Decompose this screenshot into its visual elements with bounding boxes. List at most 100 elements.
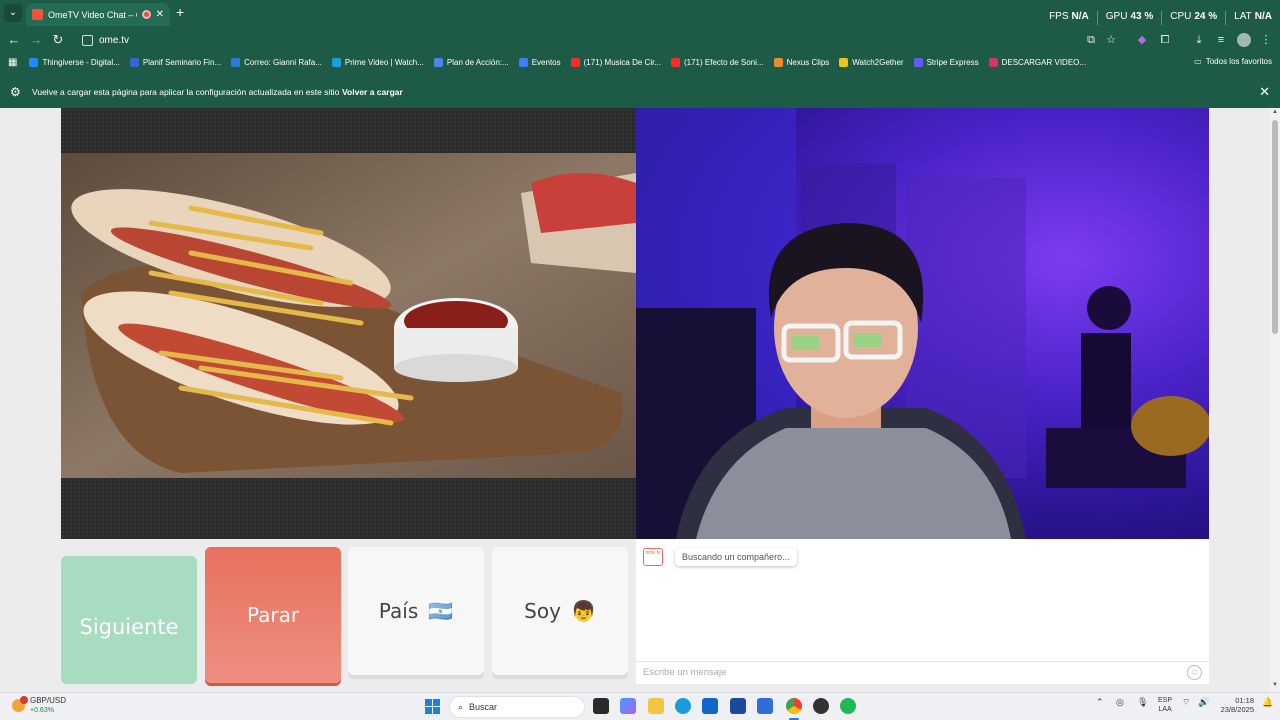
stop-button[interactable]: Parar xyxy=(205,547,341,683)
windows-start-icon[interactable] xyxy=(425,699,440,714)
profile-avatar[interactable] xyxy=(1237,33,1251,47)
boy-emoji-icon: 👦 xyxy=(570,599,596,623)
forward-arrow-icon[interactable]: → xyxy=(28,32,44,48)
scroll-up-icon[interactable]: ▲ xyxy=(1271,109,1279,115)
extensions-puzzle-icon[interactable]: ⧠ xyxy=(1158,33,1172,47)
bookmark-item[interactable]: DESCARGAR VIDEO... xyxy=(988,57,1086,67)
bookmark-favicon-icon xyxy=(773,57,783,67)
tab-search-icon[interactable]: ⌄ xyxy=(4,4,22,22)
bookmark-item[interactable]: Stripe Express xyxy=(913,57,979,67)
obs-icon[interactable] xyxy=(813,698,829,714)
bookmark-favicon-icon xyxy=(570,57,580,67)
bookmark-item[interactable]: Thingiverse - Digital... xyxy=(29,57,120,67)
browser-chrome: ⌄ OmeTV Video Chat – Ome ✕ + FPSN/A GPU4… xyxy=(0,0,1280,108)
close-infobar-icon[interactable]: ✕ xyxy=(1259,84,1270,100)
tab-title: OmeTV Video Chat – Ome xyxy=(48,9,137,20)
search-icon: ⌕ xyxy=(458,701,464,712)
chat-panel: ome tv Buscando un compañero... Escribe … xyxy=(636,539,1209,684)
toolbar: ← → ↻ ome.tv ⧉ ☆ ◆ ⧠ ⤓ ≡ ⋮ xyxy=(0,28,1280,52)
bookmark-favicon-icon xyxy=(988,57,998,67)
bookmark-item[interactable]: (171) Efecto de Soni... xyxy=(670,57,764,67)
webcam-illustration xyxy=(636,108,1209,539)
bookmark-item[interactable]: Plan de Acción:... xyxy=(433,57,509,67)
address-text: ome.tv xyxy=(99,34,130,46)
store-icon[interactable] xyxy=(730,698,746,714)
bookmark-favicon-icon xyxy=(518,57,528,67)
extension-icon[interactable]: ◆ xyxy=(1135,33,1149,47)
bookmark-favicon-icon xyxy=(331,57,341,67)
language-indicator[interactable]: ESP LAA xyxy=(1158,696,1172,714)
tab-ometv[interactable]: OmeTV Video Chat – Ome ✕ xyxy=(26,3,170,26)
reload-page-button[interactable]: Volver a cargar xyxy=(342,87,403,97)
bookmark-favicon-icon xyxy=(29,57,39,67)
tray-app-icon[interactable]: ◎ xyxy=(1116,697,1124,708)
outlook-icon[interactable] xyxy=(702,698,718,714)
country-filter-button[interactable]: País 🇦🇷 xyxy=(348,547,484,675)
page-scrollbar[interactable]: ▲ ▼ xyxy=(1270,108,1280,692)
status-message: Buscando un compañero... xyxy=(675,548,797,566)
file-explorer-icon[interactable] xyxy=(648,698,664,714)
notification-badge xyxy=(20,696,28,704)
spotify-icon[interactable] xyxy=(840,698,856,714)
perf-lat: LAT N/A xyxy=(1225,11,1280,25)
self-camera-video xyxy=(636,108,1209,539)
ometv-logo-icon: ome tv xyxy=(643,548,663,566)
stock-widget[interactable]: GBP/USD +0.63% xyxy=(12,696,66,715)
perf-fps: FPS N/A xyxy=(1049,11,1089,22)
bookmark-item[interactable]: (171) Musica De Cir... xyxy=(570,57,661,67)
bookmark-favicon-icon xyxy=(913,57,923,67)
bookmark-favicon-icon xyxy=(129,57,139,67)
download-icon[interactable]: ⤓ xyxy=(1192,33,1206,47)
clock[interactable]: 01:18 23/8/2025 xyxy=(1216,696,1254,714)
windows-taskbar: GBP/USD +0.63% ⌕ Buscar ⌃ ◎ 🎙 ESP LAA ⌔ … xyxy=(0,692,1280,720)
menu-kebab-icon[interactable]: ⋮ xyxy=(1259,33,1273,47)
bookmark-star-icon[interactable]: ☆ xyxy=(1104,33,1118,47)
bookmark-item[interactable]: Correo: Gianni Rafa... xyxy=(231,57,322,67)
apps-grid-icon[interactable]: ▦ xyxy=(8,57,17,68)
site-info-icon[interactable] xyxy=(82,34,93,46)
emoji-smiley-icon[interactable]: ☺ xyxy=(1187,665,1202,680)
bookmark-favicon-icon xyxy=(433,57,443,67)
edge-icon[interactable] xyxy=(675,698,691,714)
volume-icon[interactable]: 🔊 xyxy=(1198,697,1209,708)
wifi-icon[interactable]: ⌔ xyxy=(1182,697,1190,708)
bookmark-item[interactable]: Nexus Clips xyxy=(773,57,829,67)
ometv-favicon-icon xyxy=(32,9,43,20)
back-arrow-icon[interactable]: ← xyxy=(6,32,22,48)
hotdog-illustration xyxy=(61,153,636,478)
address-bar[interactable]: ome.tv xyxy=(76,31,1126,49)
bookmarks-bar: ▦ Thingiverse - Digital... Planif Semina… xyxy=(0,54,1280,70)
scrollbar-thumb[interactable] xyxy=(1272,120,1278,334)
notifications-icon[interactable]: 🔔 xyxy=(1262,697,1273,708)
bookmark-item[interactable]: Watch2Gether xyxy=(839,57,904,67)
scroll-down-icon[interactable]: ▼ xyxy=(1271,682,1279,688)
microphone-icon[interactable]: 🎙 xyxy=(1137,697,1148,708)
next-button[interactable]: Siguiente xyxy=(61,556,197,684)
argentina-flag-icon: 🇦🇷 xyxy=(428,599,454,623)
all-bookmarks-folder[interactable]: ▭ Todos los favoritos xyxy=(1194,57,1272,66)
video-letterbox-top xyxy=(61,108,636,153)
bookmark-item[interactable]: Planif Seminario Fin... xyxy=(129,57,221,67)
bookmark-item[interactable]: Eventos xyxy=(518,57,561,67)
gender-button[interactable]: Soy 👦 xyxy=(492,547,628,675)
bookmark-favicon-icon xyxy=(839,57,849,67)
partner-video xyxy=(61,108,636,539)
tray-overflow-icon[interactable]: ⌃ xyxy=(1096,697,1104,708)
new-tab-button[interactable]: + xyxy=(176,5,184,19)
perf-cpu: CPU 24 % xyxy=(1161,11,1225,25)
task-view-icon[interactable] xyxy=(593,698,609,714)
infobar-message: Vuelve a cargar esta página para aplicar… xyxy=(32,87,340,97)
word-icon[interactable] xyxy=(757,698,773,714)
message-input[interactable]: Escribe un mensaje xyxy=(636,661,1209,684)
media-control-icon[interactable]: ≡ xyxy=(1214,33,1228,47)
bookmark-item[interactable]: Prime Video | Watch... xyxy=(331,57,424,67)
taskbar-search[interactable]: ⌕ Buscar xyxy=(449,696,585,718)
tab-close-icon[interactable]: ✕ xyxy=(156,9,164,20)
install-app-icon[interactable]: ⧉ xyxy=(1084,33,1098,47)
reload-infobar: ⚙ Vuelve a cargar esta página para aplic… xyxy=(0,80,1280,104)
chrome-icon[interactable] xyxy=(786,698,802,714)
tab-strip: ⌄ OmeTV Video Chat – Ome ✕ + FPSN/A GPU4… xyxy=(0,0,1280,26)
reload-icon[interactable]: ↻ xyxy=(50,32,66,48)
gear-icon: ⚙ xyxy=(10,85,21,99)
copilot-icon[interactable] xyxy=(620,698,636,714)
